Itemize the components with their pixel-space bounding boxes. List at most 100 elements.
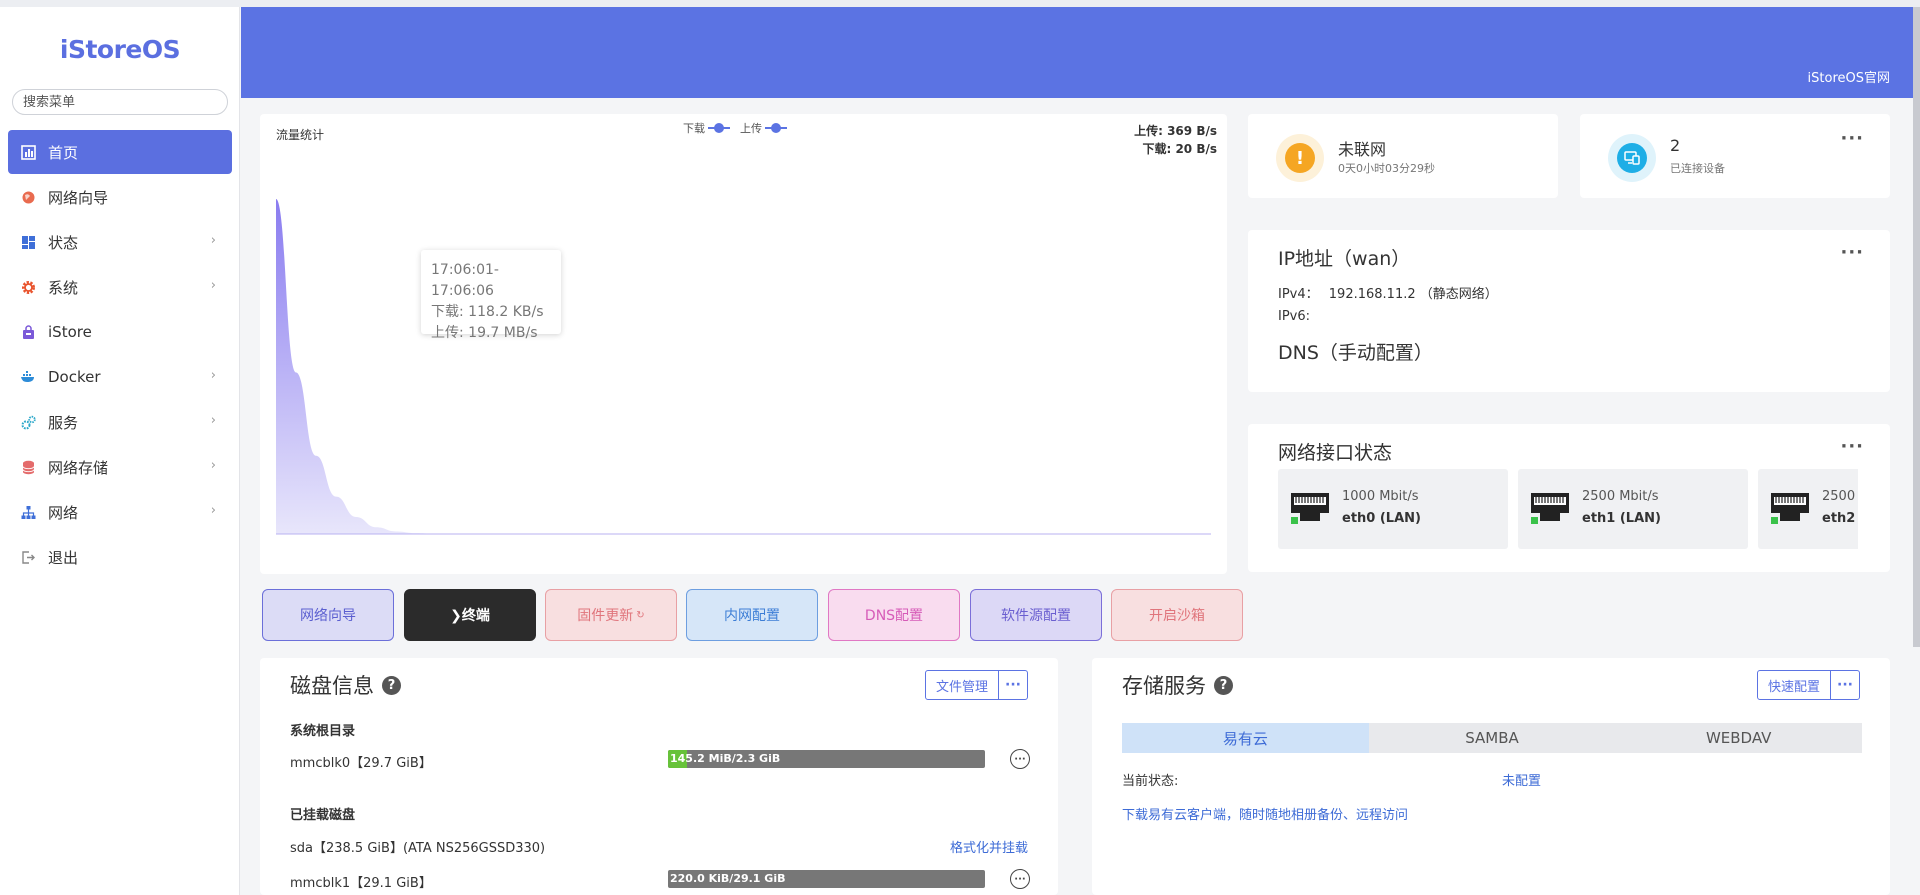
port-speed: 2500 Mbit/s	[1822, 489, 1858, 504]
ipv6-label: IPv6:	[1278, 309, 1311, 324]
legend-upload[interactable]: 上传	[740, 120, 787, 136]
quick-sandbox-button[interactable]: 开启沙箱	[1111, 589, 1243, 641]
port-speed: 1000 Mbit/s	[1342, 489, 1419, 504]
legend-download[interactable]: 下载	[683, 120, 730, 136]
port-speed: 2500 Mbit/s	[1582, 489, 1659, 504]
tab-yiyouyun[interactable]: 易有云	[1122, 723, 1369, 753]
quick-config-button[interactable]: 快速配置	[1758, 671, 1831, 699]
more-options-icon[interactable]: ···	[999, 671, 1027, 699]
format-and-mount-link[interactable]: 格式化并挂载	[950, 837, 1028, 856]
gear-icon	[20, 279, 36, 295]
brand-logo[interactable]: iStoreOS	[0, 35, 240, 64]
status-icon-ring	[1608, 134, 1656, 182]
ip-title: IP地址（wan）	[1278, 248, 1411, 270]
page-scrollbar[interactable]	[1913, 7, 1920, 647]
database-icon	[20, 459, 36, 475]
chevron-right-icon: ›	[210, 413, 216, 428]
current-rates: 上传: 369 B/s 下载: 20 B/s	[1134, 122, 1217, 158]
quick-button-label: 固件更新	[577, 608, 634, 624]
quick-dns-config-button[interactable]: DNS配置	[828, 589, 960, 641]
chevron-right-icon: ›	[210, 458, 216, 473]
logout-icon	[20, 549, 36, 565]
ethernet-port-icon	[1291, 493, 1329, 524]
port-item[interactable]: 2500 Mbit/s eth2 (LAN)	[1758, 469, 1858, 549]
disk-title-text: 磁盘信息	[290, 674, 374, 698]
ipv4-label: IPv4：	[1278, 287, 1319, 302]
root-disk-name: mmcblk0【29.7 GiB】	[290, 756, 432, 771]
sidebar-item-label: 首页	[48, 143, 79, 162]
sidebar-item-services[interactable]: 服务 ›	[8, 400, 232, 444]
disk-options-icon[interactable]: ···	[1010, 869, 1030, 889]
port-item[interactable]: 1000 Mbit/s eth0 (LAN)	[1278, 469, 1508, 549]
ip-address-card: IP地址（wan） ··· IPv4： 192.168.11.2 （静态网络） …	[1248, 230, 1890, 392]
sidebar-item-label: 网络存储	[48, 458, 109, 477]
sidebar-item-docker[interactable]: Docker ›	[8, 355, 232, 399]
device-count: 2	[1670, 136, 1681, 155]
download-client-link[interactable]: 下载易有云客户端，随时随地相册备份、远程访问	[1122, 804, 1408, 823]
net-title: 网络接口状态	[1278, 442, 1393, 464]
help-icon[interactable]: ?	[1214, 675, 1233, 695]
grid-icon	[20, 234, 36, 250]
mmcblk1-disk-name: mmcblk1【29.1 GiB】	[290, 876, 432, 891]
sidebar-item-label: 服务	[48, 413, 79, 432]
tab-samba[interactable]: SAMBA	[1369, 723, 1616, 753]
browser-top-strip	[0, 0, 1920, 7]
sidebar-item-label: 网络向导	[48, 188, 109, 207]
sidebar-item-network-storage[interactable]: 网络存储 ›	[8, 445, 232, 489]
sidebar-item-logout[interactable]: 退出	[8, 535, 232, 579]
legend-label: 上传	[740, 122, 762, 135]
docker-whale-icon	[20, 369, 36, 385]
traffic-card: 流量统计 下载 上传 上传: 369 B/s 下载: 20 B/s 17:06:…	[260, 114, 1227, 574]
quick-software-source-button[interactable]: 软件源配置	[970, 589, 1102, 641]
more-options-icon[interactable]: ···	[1840, 244, 1864, 262]
more-options-icon[interactable]: ···	[1831, 671, 1859, 699]
quick-firmware-update-button[interactable]: 固件更新 ↻	[545, 589, 677, 641]
quick-lan-config-button[interactable]: 内网配置	[686, 589, 818, 641]
state-value: 未配置	[1502, 774, 1542, 789]
sidebar-item-label: 退出	[48, 548, 79, 567]
more-options-icon[interactable]: ···	[1840, 130, 1864, 148]
sidebar-item-label: 网络	[48, 503, 79, 522]
quick-terminal-button[interactable]: ❯终端	[404, 589, 536, 641]
globe-icon	[20, 189, 36, 205]
ipv4-value: 192.168.11.2	[1328, 287, 1416, 302]
menu-search-input[interactable]	[12, 89, 228, 115]
quick-network-wizard-button[interactable]: 网络向导	[262, 589, 394, 641]
quick-button-label: 软件源配置	[1001, 608, 1071, 624]
disk-options-icon[interactable]: ···	[1010, 749, 1030, 769]
ipv4-note: （静态网络）	[1419, 287, 1498, 302]
disk-title: 磁盘信息 ?	[290, 670, 401, 700]
quick-button-label: ❯终端	[450, 608, 490, 624]
network-tree-icon	[20, 504, 36, 520]
sidebar-item-system[interactable]: 系统 ›	[8, 265, 232, 309]
port-item[interactable]: 2500 Mbit/s eth1 (LAN)	[1518, 469, 1748, 549]
sidebar-item-status[interactable]: 状态 ›	[8, 220, 232, 264]
usage-label: 145.2 MiB/2.3 GiB	[670, 752, 781, 765]
tab-webdav[interactable]: WEBDAV	[1615, 723, 1862, 753]
legend-marker	[708, 123, 730, 133]
official-site-link[interactable]: iStoreOS官网	[1808, 67, 1890, 86]
sidebar-item-network[interactable]: 网络 ›	[8, 490, 232, 534]
bag-icon	[20, 324, 36, 340]
refresh-icon: ↻	[636, 609, 645, 621]
storage-tabs: 易有云 SAMBA WEBDAV	[1122, 723, 1862, 753]
ipv6-row: IPv6:	[1278, 309, 1310, 324]
network-interfaces-card: 网络接口状态 ··· 1000 Mbit/s eth0 (LAN) 2500 M…	[1248, 424, 1890, 572]
more-options-icon[interactable]: ···	[1840, 438, 1864, 456]
help-icon[interactable]: ?	[382, 675, 401, 695]
chart-legend: 下载 上传	[683, 120, 787, 136]
chevron-right-icon: ›	[210, 233, 216, 248]
quick-button-label: 内网配置	[724, 608, 780, 624]
traffic-chart[interactable]	[276, 194, 1211, 554]
sidebar-item-label: iStore	[48, 323, 92, 341]
sidebar-item-istore[interactable]: iStore	[8, 310, 232, 354]
ipv4-row: IPv4： 192.168.11.2 （静态网络）	[1278, 283, 1498, 302]
storage-title: 存储服务 ?	[1122, 670, 1233, 700]
file-manager-button[interactable]: 文件管理	[926, 671, 999, 699]
state-label: 当前状态:	[1122, 774, 1179, 789]
tooltip-download: 下载: 118.2 KB/s	[431, 304, 544, 320]
sidebar-item-network-wizard[interactable]: 网络向导	[8, 175, 232, 219]
quick-button-label: 网络向导	[300, 608, 356, 624]
sidebar-item-home[interactable]: 首页	[8, 130, 232, 174]
ports-list: 1000 Mbit/s eth0 (LAN) 2500 Mbit/s eth1 …	[1278, 469, 1858, 549]
